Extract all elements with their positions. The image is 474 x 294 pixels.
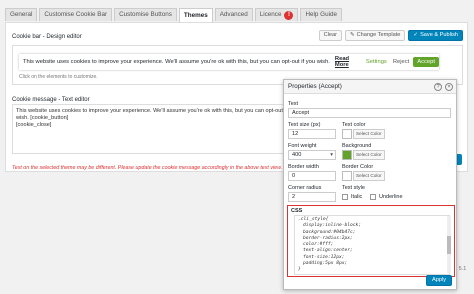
settings-tabs: General Customise Cookie Bar Customise B… xyxy=(5,8,342,22)
text-style-label: Text style xyxy=(342,185,365,191)
cookie-bar-message[interactable]: This website uses cookies to improve you… xyxy=(23,59,330,65)
licence-alert-badge: ! xyxy=(284,10,294,20)
cookie-bar[interactable]: This website uses cookies to improve you… xyxy=(19,54,439,70)
customize-hint: Click on the elements to customize. xyxy=(19,74,98,80)
tab-help-guide[interactable]: Help Guide xyxy=(300,8,342,21)
text-color-label: Text color xyxy=(342,122,366,128)
border-color-label: Border Color xyxy=(342,164,374,170)
tab-label: Customise Cookie Bar xyxy=(44,11,108,18)
tab-label: Themes xyxy=(183,11,208,19)
cookie-message-textarea[interactable]: This website uses cookies to improve you… xyxy=(12,104,300,154)
tab-general[interactable]: General xyxy=(5,8,38,21)
message-line: This website uses cookies to improve you… xyxy=(16,108,296,114)
read-more-link[interactable]: Read More xyxy=(335,56,358,68)
corner-radius-input[interactable]: 2 xyxy=(288,192,336,202)
properties-dialog: Properties (Accept) ? × Text Accept Text… xyxy=(283,79,457,290)
accept-button[interactable]: Accept xyxy=(413,57,439,67)
italic-checkbox[interactable] xyxy=(342,194,348,200)
reject-button[interactable]: Reject xyxy=(393,59,409,65)
design-editor-title: Cookie bar - Design editor xyxy=(12,34,82,40)
css-editor[interactable]: .cli_style{ display:inline-block; backgr… xyxy=(294,215,450,275)
properties-title-text: Properties (Accept) xyxy=(288,83,342,90)
corner-radius-label: Corner radius xyxy=(288,185,322,191)
tab-label: Customise Buttons xyxy=(119,11,172,18)
italic-label: Italic xyxy=(351,194,363,200)
tab-label: Licence xyxy=(259,11,282,18)
text-size-input[interactable]: 12 xyxy=(288,129,336,139)
tab-themes[interactable]: Themes xyxy=(178,8,213,22)
tab-licence[interactable]: Licence! xyxy=(254,8,299,21)
tab-customise-cookie-bar[interactable]: Customise Cookie Bar xyxy=(39,8,113,21)
properties-title: Properties (Accept) xyxy=(284,80,456,94)
background-swatch[interactable] xyxy=(342,150,352,160)
tab-label: General xyxy=(10,11,33,18)
border-width-input[interactable]: 0 xyxy=(288,171,336,181)
message-line: wish. [cookie_button] xyxy=(16,115,69,121)
text-color-swatch[interactable] xyxy=(342,129,352,139)
underline-label: Underline xyxy=(379,194,403,200)
css-label: CSS xyxy=(291,208,303,214)
background-select[interactable]: Select Color xyxy=(353,150,385,160)
tab-label: Advanced xyxy=(219,11,248,18)
text-color-select[interactable]: Select Color xyxy=(353,129,385,139)
text-label: Text xyxy=(288,101,299,107)
css-section: CSS .cli_style{ display:inline-block; ba… xyxy=(287,205,455,277)
apply-button[interactable]: Apply xyxy=(426,275,452,286)
text-input[interactable]: Accept xyxy=(288,108,451,118)
background-label: Background xyxy=(342,143,372,149)
help-icon[interactable]: ? xyxy=(434,83,442,91)
tab-customise-buttons[interactable]: Customise Buttons xyxy=(114,8,177,21)
theme-warning-text: Text on the selected theme may be differ… xyxy=(12,165,283,171)
clear-button[interactable]: Clear xyxy=(318,30,342,41)
border-color-select[interactable]: Select Color xyxy=(353,171,385,181)
message-line: [cookie_close] xyxy=(16,122,52,128)
clear-label: Clear xyxy=(323,32,337,38)
tab-advanced[interactable]: Advanced xyxy=(214,8,253,21)
css-scrollbar[interactable] xyxy=(447,216,451,273)
save-publish-button[interactable]: ✓ Save & Publish xyxy=(408,30,463,41)
message-editor-title: Cookie message - Text editor xyxy=(12,97,90,103)
change-template-button[interactable]: ✎ Change Template xyxy=(344,30,406,41)
check-icon: ✓ xyxy=(413,32,419,38)
settings-link[interactable]: Settings xyxy=(366,59,387,65)
font-weight-label: Font weight xyxy=(288,143,317,149)
font-weight-select[interactable]: 400 xyxy=(288,150,336,160)
close-icon[interactable]: × xyxy=(445,83,453,91)
text-size-label: Text size (px) xyxy=(288,122,321,128)
tab-label: Help Guide xyxy=(305,11,337,18)
border-color-swatch[interactable] xyxy=(342,171,352,181)
border-width-label: Border width xyxy=(288,164,319,170)
save-publish-label: Save & Publish xyxy=(420,32,458,38)
change-template-label: Change Template xyxy=(356,32,401,38)
underline-checkbox[interactable] xyxy=(370,194,376,200)
designer-toolbar: Clear ✎ Change Template ✓ Save & Publish xyxy=(318,30,463,41)
scrollbar-thumb[interactable] xyxy=(447,236,451,254)
css-line: } xyxy=(298,267,301,273)
edit-icon: ✎ xyxy=(349,32,355,38)
